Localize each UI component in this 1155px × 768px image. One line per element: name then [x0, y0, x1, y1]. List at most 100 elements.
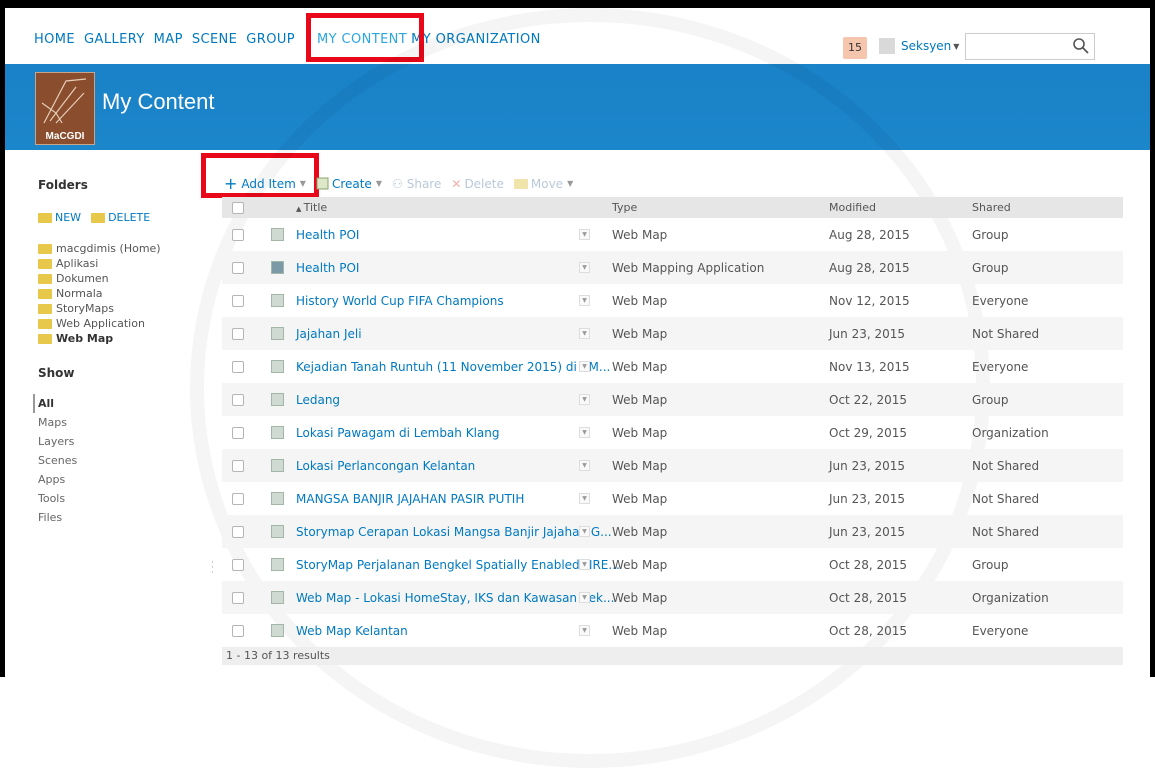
table-row[interactable]: Health POI ▼ Web Mapping Application Aug 28… [222, 251, 1123, 284]
item-title-link[interactable]: MANGSA BANJIR JAJAHAN PASIR PUTIH [296, 492, 524, 506]
add-item-button[interactable]: + Add Item ▼ [224, 174, 306, 193]
row-checkbox[interactable] [232, 525, 244, 538]
row-checkbox[interactable] [232, 492, 244, 505]
item-title-link[interactable]: Jajahan Jeli [296, 327, 362, 341]
item-menu-chevron-icon[interactable]: ▼ [579, 229, 590, 240]
table-row[interactable]: Web Map - Lokasi HomeStay, IKS dan Kawas… [222, 581, 1123, 614]
filter-layers[interactable]: Layers [38, 432, 198, 451]
folder-item-selected[interactable]: Web Map [38, 331, 198, 346]
row-checkbox[interactable] [232, 393, 244, 406]
item-menu-chevron-icon[interactable]: ▼ [579, 592, 590, 603]
column-header-type[interactable]: Type [612, 201, 637, 214]
row-checkbox[interactable] [232, 624, 244, 637]
notification-badge[interactable]: 15 [843, 37, 867, 59]
table-row[interactable]: Ledang ▼ Web Map Oct 22, 2015 Group [222, 383, 1123, 416]
row-checkbox[interactable] [232, 558, 244, 571]
item-menu-chevron-icon[interactable]: ▼ [579, 328, 590, 339]
table-row[interactable]: Storymap Cerapan Lokasi Mangsa Banjir Ja… [222, 515, 1123, 548]
table-row[interactable]: Web Map Kelantan ▼ Web Map Oct 28, 2015 Ever… [222, 614, 1123, 647]
item-menu-chevron-icon[interactable]: ▼ [579, 460, 590, 471]
item-menu-chevron-icon[interactable]: ▼ [579, 625, 590, 636]
table-row[interactable]: History World Cup FIFA Champions ▼ Web Map… [222, 284, 1123, 317]
row-checkbox[interactable] [232, 261, 244, 274]
search-icon[interactable] [1072, 37, 1090, 55]
folder-item[interactable]: Normala [38, 286, 198, 301]
nav-group[interactable]: GROUP [246, 32, 295, 47]
nav-home[interactable]: HOME [34, 32, 75, 47]
item-title-link[interactable]: Lokasi Pawagam di Lembah Klang [296, 426, 499, 440]
nav-map[interactable]: MAP [154, 32, 183, 47]
item-menu-chevron-icon[interactable]: ▼ [579, 394, 590, 405]
item-title-link[interactable]: Storymap Cerapan Lokasi Mangsa Banjir Ja… [296, 525, 612, 539]
folder-item[interactable]: Aplikasi [38, 256, 198, 271]
row-checkbox[interactable] [232, 426, 244, 439]
select-all-checkbox[interactable] [232, 201, 244, 214]
delete-folder-button[interactable]: DELETE [91, 211, 150, 224]
table-row[interactable]: Kejadian Tanah Runtuh (11 November 2015)… [222, 350, 1123, 383]
folder-icon [38, 318, 52, 329]
folder-item[interactable]: macgdimis (Home) [38, 241, 198, 256]
item-menu-chevron-icon[interactable]: ▼ [579, 295, 590, 306]
item-modified: Nov 13, 2015 [829, 359, 910, 374]
filter-all[interactable]: All [33, 394, 198, 413]
nav-links: HOME GALLERY MAP SCENE GROUP MY CONTENT … [34, 32, 550, 47]
item-type: Web Map [612, 326, 668, 341]
row-checkbox[interactable] [232, 591, 244, 604]
share-button[interactable]: ⚇ Share [392, 177, 441, 191]
item-title-link[interactable]: StoryMap Perjalanan Bengkel Spatially En… [296, 558, 620, 572]
item-menu-chevron-icon[interactable]: ▼ [579, 361, 590, 372]
item-title-link[interactable]: Ledang [296, 393, 340, 407]
table-row[interactable]: Jajahan Jeli ▼ Web Map Jun 23, 2015 Not Shar… [222, 317, 1123, 350]
filter-files[interactable]: Files [38, 508, 198, 527]
filter-maps[interactable]: Maps [38, 413, 198, 432]
table-row[interactable]: Lokasi Perlancongan Kelantan ▼ Web Map Jun … [222, 449, 1123, 482]
item-menu-chevron-icon[interactable]: ▼ [579, 493, 590, 504]
content-table: ▲ Title Type Modified Shared Health POI ▼… [222, 197, 1123, 665]
move-button[interactable]: Move ▼ [513, 177, 573, 191]
row-checkbox[interactable] [232, 327, 244, 340]
folder-item[interactable]: StoryMaps [38, 301, 198, 316]
table-row[interactable]: Lokasi Pawagam di Lembah Klang ▼ Web Map Oc… [222, 416, 1123, 449]
row-checkbox[interactable] [232, 360, 244, 373]
search-input[interactable] [965, 33, 1095, 60]
item-menu-chevron-icon[interactable]: ▼ [579, 559, 590, 570]
item-title-link[interactable]: Lokasi Perlancongan Kelantan [296, 459, 475, 473]
show-filter-list: All Maps Layers Scenes Apps Tools Files [33, 394, 198, 527]
web-map-icon [271, 294, 284, 307]
row-checkbox[interactable] [232, 459, 244, 472]
item-title-link[interactable]: Health POI [296, 261, 359, 275]
delete-button[interactable]: ✕ Delete [451, 177, 504, 191]
table-row[interactable]: MANGSA BANJIR JAJAHAN PASIR PUTIH ▼ Web Ma… [222, 482, 1123, 515]
user-menu[interactable]: Seksyen ▼ [879, 38, 959, 54]
sidebar: Folders NEW DELETE macgdimis (Home) Apli… [33, 178, 198, 527]
item-menu-chevron-icon[interactable]: ▼ [579, 427, 590, 438]
item-title-link[interactable]: Web Map Kelantan [296, 624, 408, 638]
column-header-modified[interactable]: Modified [829, 201, 876, 214]
item-title-link[interactable]: Kejadian Tanah Runtuh (11 November 2015)… [296, 360, 610, 374]
table-row[interactable]: StoryMap Perjalanan Bengkel Spatially En… [222, 548, 1123, 581]
nav-my-organization[interactable]: MY ORGANIZATION [411, 32, 541, 47]
item-title-link[interactable]: Health POI [296, 228, 359, 242]
item-type: Web Map [612, 491, 668, 506]
item-menu-chevron-icon[interactable]: ▼ [579, 262, 590, 273]
chevron-down-icon: ▼ [375, 179, 382, 188]
folder-item[interactable]: Web Application [38, 316, 198, 331]
column-header-title[interactable]: ▲ Title [296, 201, 327, 214]
resize-handle[interactable]: · · · [211, 559, 214, 578]
column-header-shared[interactable]: Shared [972, 201, 1011, 214]
folder-icon [38, 303, 52, 314]
item-menu-chevron-icon[interactable]: ▼ [579, 526, 590, 537]
filter-scenes[interactable]: Scenes [38, 451, 198, 470]
row-checkbox[interactable] [232, 294, 244, 307]
new-folder-button[interactable]: NEW [38, 211, 81, 224]
create-button[interactable]: Create ▼ [316, 177, 382, 191]
nav-gallery[interactable]: GALLERY [84, 32, 145, 47]
filter-tools[interactable]: Tools [38, 489, 198, 508]
filter-apps[interactable]: Apps [38, 470, 198, 489]
item-title-link[interactable]: History World Cup FIFA Champions [296, 294, 504, 308]
item-title-link[interactable]: Web Map - Lokasi HomeStay, IKS dan Kawas… [296, 591, 614, 605]
table-row[interactable]: Health POI ▼ Web Map Aug 28, 2015 Group [222, 218, 1123, 251]
nav-scene[interactable]: SCENE [192, 32, 237, 47]
folder-item[interactable]: Dokumen [38, 271, 198, 286]
row-checkbox[interactable] [232, 228, 244, 241]
